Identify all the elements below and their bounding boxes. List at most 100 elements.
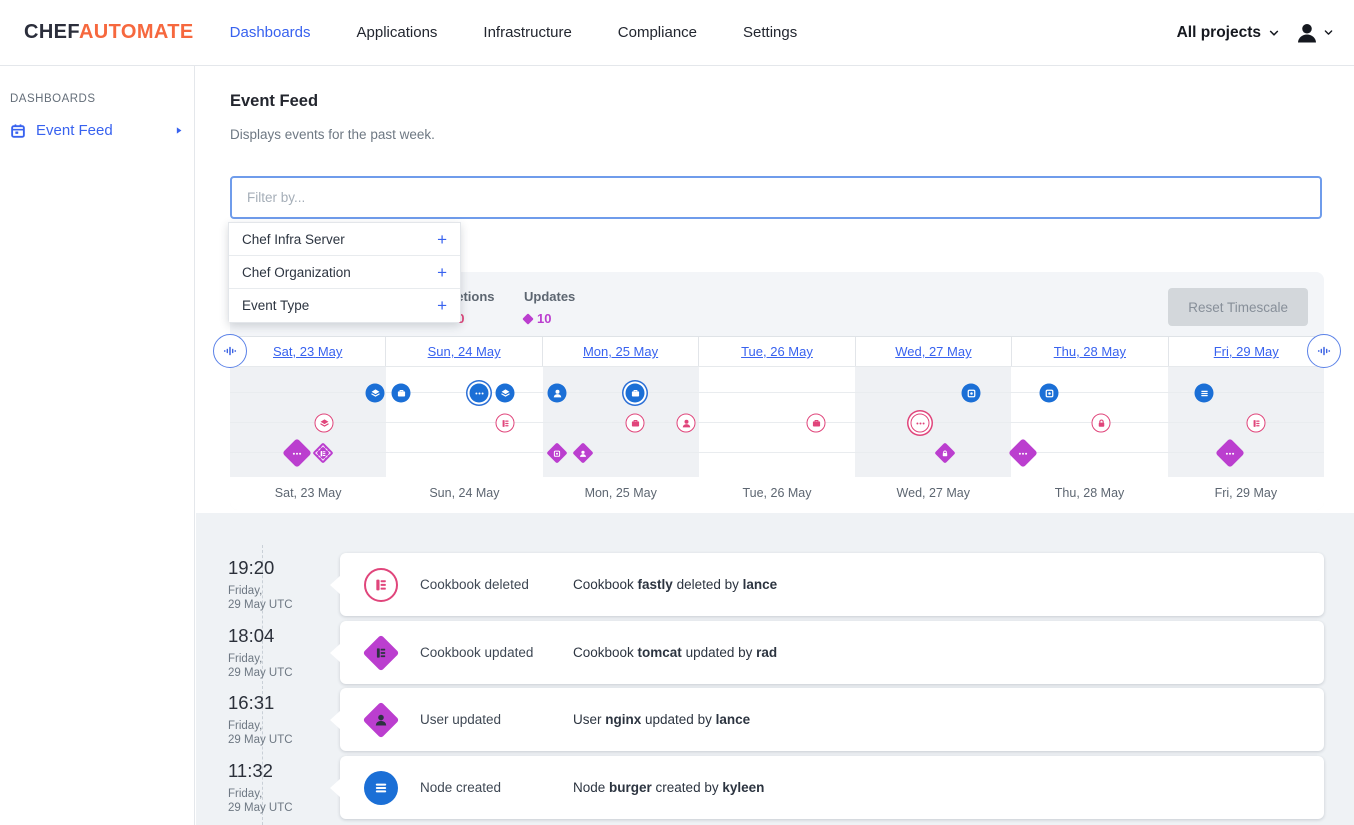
- timeline-event-creation[interactable]: [470, 384, 489, 403]
- person-icon: [548, 384, 567, 403]
- day-header-cell: Sat, 23 May: [230, 337, 385, 366]
- cookbook-icon: [364, 636, 398, 670]
- day-link-0[interactable]: Sat, 23 May: [273, 344, 342, 359]
- nav-item-infrastructure[interactable]: Infrastructure: [483, 24, 571, 41]
- main-nav: Dashboards Applications Infrastructure Comp…: [230, 24, 798, 41]
- person-icon: [572, 442, 593, 463]
- timeline-event-update[interactable]: [938, 446, 953, 461]
- day-footer-label: Thu, 28 May: [1011, 477, 1167, 510]
- day-footer-label: Sun, 24 May: [386, 477, 542, 510]
- day-footer-label: Sat, 23 May: [230, 477, 386, 510]
- timeline-event-creation[interactable]: [366, 384, 385, 403]
- feed-card-cookbook-deleted: Cookbook deletedCookbook fastly deleted …: [340, 553, 1324, 616]
- timeline-event-creation[interactable]: [548, 384, 567, 403]
- legend-label: Updates: [524, 289, 584, 304]
- timeline-day-header: Sat, 23 May Sun, 24 May Mon, 25 May Tue, 26…: [230, 336, 1324, 367]
- chevron-down-icon: [1268, 27, 1280, 39]
- timeline-event-update[interactable]: [316, 446, 331, 461]
- cookbook-icon: [312, 442, 333, 463]
- filter-option-event-type[interactable]: Event Type +: [229, 289, 460, 322]
- timeline-event-creation[interactable]: [496, 384, 515, 403]
- feed-event-type: Cookbook deleted: [420, 577, 573, 592]
- feed-event-type: Cookbook updated: [420, 645, 573, 660]
- timeline-event-deletion[interactable]: [496, 414, 515, 433]
- filter-dropdown: Chef Infra Server+Chef Organization+Even…: [228, 222, 461, 323]
- timeline-event-update[interactable]: [1013, 443, 1034, 464]
- user-menu[interactable]: [1296, 22, 1334, 44]
- day-link-4[interactable]: Wed, 27 May: [895, 344, 971, 359]
- timeline-event-update[interactable]: [1220, 443, 1241, 464]
- feed-event-type: User updated: [420, 712, 573, 727]
- plus-icon[interactable]: +: [437, 297, 447, 314]
- day-header-cell: Mon, 25 May: [542, 337, 698, 366]
- timeline-event-deletion[interactable]: [315, 414, 334, 433]
- feed-desc-text: created by: [652, 780, 723, 795]
- projects-dropdown[interactable]: All projects: [1177, 24, 1280, 42]
- day-header-cell: Wed, 27 May: [855, 337, 1011, 366]
- lock-icon: [1092, 414, 1111, 433]
- plus-icon[interactable]: +: [437, 231, 447, 248]
- nav-item-dashboards[interactable]: Dashboards: [230, 24, 311, 41]
- feed-desc-text: Cookbook: [573, 577, 638, 592]
- diamond-marker-icon: [522, 313, 533, 324]
- day-footer-label: Mon, 25 May: [543, 477, 699, 510]
- feed-event-description: Cookbook fastly deleted by lance: [573, 577, 777, 592]
- filter-option-chef-organization[interactable]: Chef Organization+: [229, 256, 460, 289]
- timeline-event-deletion[interactable]: [807, 414, 826, 433]
- sidebar-item-event-feed[interactable]: Event Feed: [10, 122, 184, 139]
- nav-item-settings[interactable]: Settings: [743, 24, 797, 41]
- feed-time: 19:20Friday,29 May UTC: [228, 557, 294, 612]
- day-link-5[interactable]: Thu, 28 May: [1054, 344, 1126, 359]
- timeline-event-creation[interactable]: [1040, 384, 1059, 403]
- feed-entity-name: burger: [609, 780, 652, 795]
- day-link-2[interactable]: Mon, 25 May: [583, 344, 658, 359]
- day-link-3[interactable]: Tue, 26 May: [741, 344, 813, 359]
- ellipsis-icon: [470, 384, 489, 403]
- feed-time-date: Friday,29 May UTC: [228, 720, 294, 747]
- timeline-gridline: [230, 452, 1324, 453]
- sidebar: DASHBOARDS Event Feed: [0, 66, 195, 825]
- day-footer-label: Tue, 26 May: [699, 477, 855, 510]
- cookbook-icon: [1247, 414, 1266, 433]
- brand-secondary: AUTOMATE: [79, 21, 194, 43]
- nav-item-applications[interactable]: Applications: [357, 24, 438, 41]
- reset-timescale-button[interactable]: Reset Timescale: [1168, 288, 1308, 326]
- feed-card-node-created: Node createdNode burger created by kylee…: [340, 756, 1324, 819]
- feed-date: 29 May UTC: [228, 599, 294, 613]
- page-subtitle: Displays events for the past week.: [230, 127, 435, 142]
- filter-option-label: Event Type: [242, 298, 309, 313]
- timeline-event-deletion[interactable]: [1092, 414, 1111, 433]
- timeline-event-creation[interactable]: [962, 384, 981, 403]
- calendar-icon: [10, 123, 26, 139]
- day-link-1[interactable]: Sun, 24 May: [428, 344, 501, 359]
- briefcase-icon: [392, 384, 411, 403]
- timeline-gridline: [230, 422, 1324, 423]
- feed-date: 29 May UTC: [228, 802, 294, 816]
- plus-icon[interactable]: +: [437, 264, 447, 281]
- timeline-event-creation[interactable]: [626, 384, 645, 403]
- timescale-handle-right[interactable]: [1307, 334, 1341, 368]
- timeline-event-deletion[interactable]: [626, 414, 645, 433]
- timescale-handle-left[interactable]: [213, 334, 247, 368]
- timeline-event-deletion[interactable]: [1247, 414, 1266, 433]
- filter-input[interactable]: [230, 176, 1322, 219]
- layers-icon: [315, 414, 334, 433]
- ellipsis-icon: [282, 438, 312, 468]
- filter-option-label: Chef Infra Server: [242, 232, 345, 247]
- timeline-event-update[interactable]: [550, 446, 565, 461]
- timeline-event-creation[interactable]: [1195, 384, 1214, 403]
- timeline-event-deletion[interactable]: [677, 414, 696, 433]
- filter-option-chef-infra-server[interactable]: Chef Infra Server +: [229, 223, 460, 256]
- nav-item-compliance[interactable]: Compliance: [618, 24, 697, 41]
- timeline-event-update[interactable]: [576, 446, 591, 461]
- feed-desc-text: updated by: [682, 645, 756, 660]
- timeline-event-creation[interactable]: [392, 384, 411, 403]
- legend-count-value: 10: [537, 311, 551, 326]
- timeline-event-deletion[interactable]: [911, 414, 930, 433]
- timeline-event-update[interactable]: [287, 443, 308, 464]
- day-link-6[interactable]: Fri, 29 May: [1214, 344, 1279, 359]
- brand-logo[interactable]: CHEFAUTOMATE: [24, 21, 194, 44]
- day-footer-label: Wed, 27 May: [855, 477, 1011, 510]
- feed-entity-name: lance: [743, 577, 778, 592]
- caret-right-icon[interactable]: [173, 125, 184, 136]
